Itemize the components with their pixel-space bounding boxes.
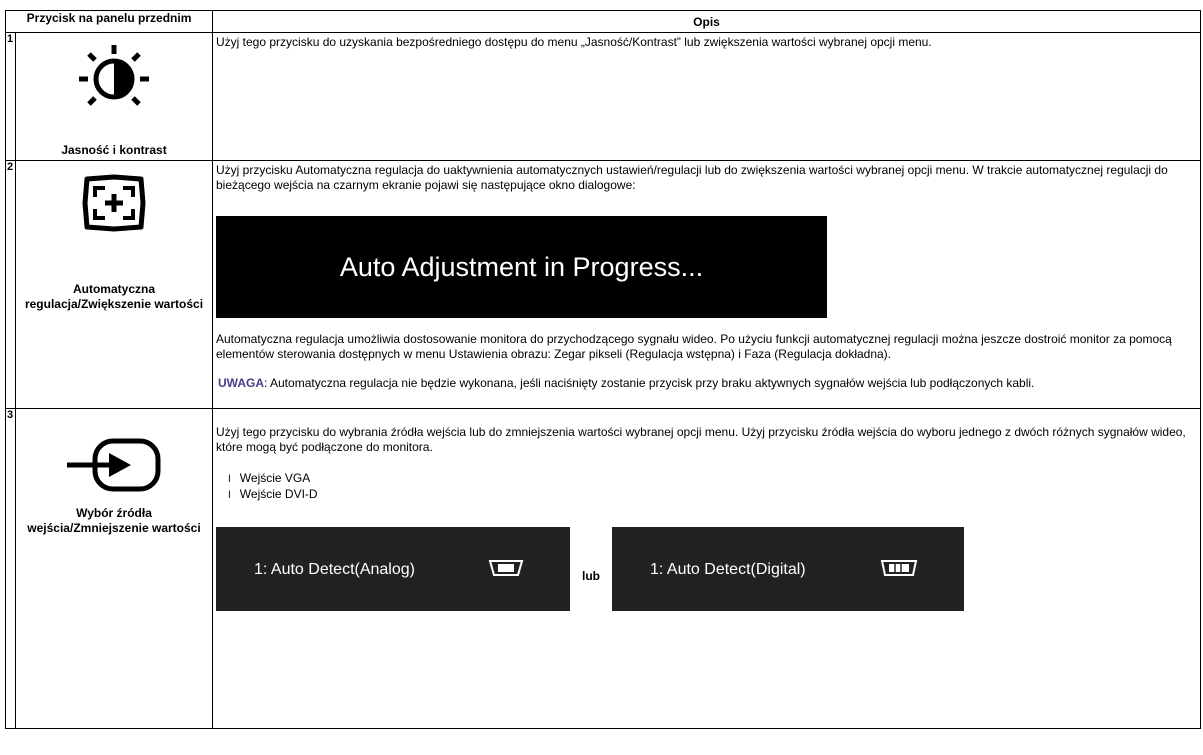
description-text-2: Automatyczna regulacja umożliwia dostoso…	[216, 332, 1172, 361]
note-label: UWAGA	[218, 376, 264, 390]
description-cell: Użyj tego przycisku do wybrania źródła w…	[212, 408, 1201, 729]
brightness-contrast-icon	[16, 43, 212, 113]
list-item: Wejście DVI-D	[228, 487, 1197, 503]
button-cell: Jasność i kontrast	[15, 32, 213, 161]
list-item: Wejście VGA	[228, 471, 1197, 487]
osd-text: Auto Adjustment in Progress...	[339, 251, 704, 282]
note: UWAGA: Automatyczna regulacja nie będzie…	[216, 376, 1197, 391]
button-cell: Automatyczna regulacja/Zwiększenie warto…	[15, 160, 213, 409]
note-text: : Automatyczna regulacja nie będzie wyko…	[264, 376, 1035, 390]
or-separator: lub	[582, 568, 600, 583]
input-source-icon	[16, 435, 212, 495]
button-label: Automatyczna regulacja/Zwiększenie warto…	[24, 282, 204, 311]
description-cell: Użyj tego przycisku do uzyskania bezpośr…	[212, 32, 1201, 161]
description-text: Użyj tego przycisku do wybrania źródła w…	[216, 425, 1186, 454]
auto-adjust-icon	[16, 173, 212, 233]
osd-digital: 1: Auto Detect(Digital)	[612, 527, 964, 611]
table-header-row: Przycisk na panelu przednim Opis	[5, 10, 1201, 33]
header-description-column: Opis	[212, 10, 1201, 33]
row-number: 2	[5, 160, 16, 409]
table-row: 2 Automatyczna regulacja/Zwiększenie war…	[5, 160, 1201, 409]
header-button-column: Przycisk na panelu przednim	[5, 10, 213, 33]
row-number: 3	[5, 408, 16, 729]
description-cell: Użyj przycisku Automatyczna regulacja do…	[212, 160, 1201, 409]
osd-analog-text: 1: Auto Detect(Analog)	[254, 560, 415, 578]
osd-digital-text: 1: Auto Detect(Digital)	[650, 560, 806, 578]
auto-adjust-osd: Auto Adjustment in Progress...	[216, 216, 827, 318]
dvi-connector-icon	[879, 558, 919, 581]
table-row: 1 Jasność i kontrast Użyj tego przycisku…	[5, 32, 1201, 161]
osd-analog: 1: Auto Detect(Analog)	[216, 527, 570, 611]
row-number: 1	[5, 32, 16, 161]
table-row: 3 Wybór źródła wejścia/Zmniejszenie wart…	[5, 408, 1201, 729]
input-list: Wejście VGA Wejście DVI-D	[216, 471, 1197, 503]
description-text: Użyj tego przycisku do uzyskania bezpośr…	[216, 35, 932, 49]
input-osd-row: 1: Auto Detect(Analog) lub 1: Auto Detec…	[216, 527, 1197, 611]
buttons-table: Przycisk na panelu przednim Opis 1 Jasno…	[5, 10, 1201, 729]
button-label: Jasność i kontrast	[61, 143, 167, 157]
description-text: Użyj przycisku Automatyczna regulacja do…	[216, 163, 1168, 192]
button-cell: Wybór źródła wejścia/Zmniejszenie wartoś…	[15, 408, 213, 729]
button-label: Wybór źródła wejścia/Zmniejszenie wartoś…	[27, 506, 201, 535]
vga-connector-icon	[487, 558, 525, 581]
